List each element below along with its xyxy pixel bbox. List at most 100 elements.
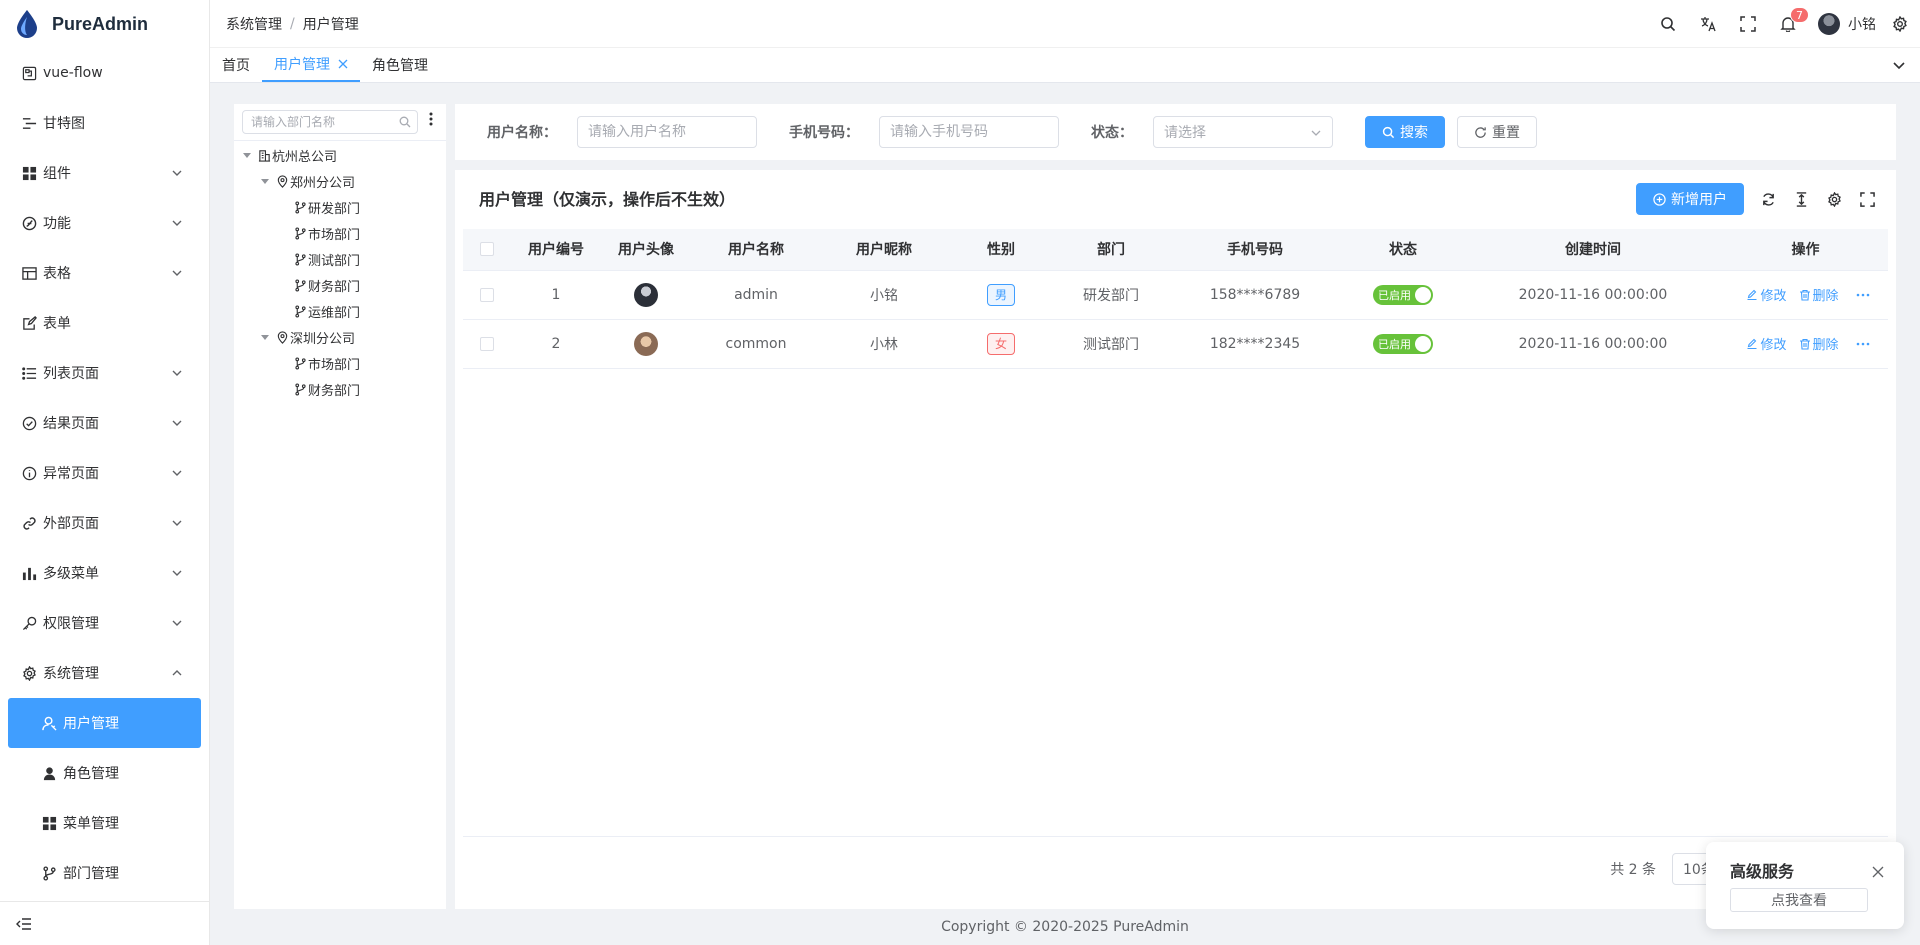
close-icon[interactable] xyxy=(1872,866,1884,878)
sidebar-item[interactable]: 列表页面 xyxy=(0,348,209,398)
sidebar-item[interactable]: 异常页面 xyxy=(0,448,209,498)
status-switch[interactable]: 已启用 xyxy=(1373,284,1433,305)
tree-node-label: 深圳分公司 xyxy=(290,331,356,347)
chevron-down-icon[interactable] xyxy=(1892,58,1906,72)
tree-node[interactable]: 深圳分公司 xyxy=(234,324,446,350)
search-button[interactable] xyxy=(1648,0,1688,48)
delete-button[interactable]: 删除 xyxy=(1799,334,1839,353)
status-switch[interactable]: 已启用 xyxy=(1373,333,1433,354)
caret-down-icon[interactable] xyxy=(260,176,270,186)
sidebar-subitem[interactable]: 菜单管理 xyxy=(0,798,209,848)
sidebar-item[interactable]: 系统管理 xyxy=(0,648,209,698)
logo[interactable]: PureAdmin xyxy=(0,0,209,48)
notification-button[interactable]: 7 xyxy=(1768,0,1809,48)
status-select[interactable]: 请选择 xyxy=(1153,116,1333,148)
cell-created: 2020-11-16 00:00:00 xyxy=(1463,270,1723,320)
tree-node[interactable]: 研发部门 xyxy=(234,194,446,220)
sidebar-item-label: 角色管理 xyxy=(63,766,119,782)
sidebar-item[interactable]: 功能 xyxy=(0,198,209,248)
edit-button[interactable]: 修改 xyxy=(1746,334,1787,353)
tree-node[interactable]: 财务部门 xyxy=(234,376,446,402)
username-input[interactable] xyxy=(588,124,746,140)
sidebar-item[interactable]: 外部页面 xyxy=(0,498,209,548)
tree-node[interactable]: 财务部门 xyxy=(234,272,446,298)
table-fullscreen-button[interactable] xyxy=(1851,183,1884,215)
close-icon[interactable] xyxy=(338,59,348,69)
settings-button[interactable] xyxy=(1886,0,1914,48)
refresh-table-button[interactable] xyxy=(1752,183,1785,215)
row-checkbox[interactable] xyxy=(480,336,494,351)
tab-role-management[interactable]: 角色管理 xyxy=(360,48,440,82)
reset-button[interactable]: 重置 xyxy=(1457,116,1537,148)
tree-node-label: 研发部门 xyxy=(308,201,361,217)
caret-down-icon[interactable] xyxy=(242,150,252,160)
fullscreen-button[interactable] xyxy=(1728,0,1768,48)
sidebar-item[interactable]: 表格 xyxy=(0,248,209,298)
tree-node[interactable]: 市场部门 xyxy=(234,350,446,376)
droplet-logo-icon xyxy=(14,9,40,39)
sidebar-item[interactable]: 表单 xyxy=(0,298,209,348)
tree-node[interactable]: 郑州分公司 xyxy=(234,168,446,194)
user-menu[interactable]: 小铭 xyxy=(1808,0,1886,48)
tab-home[interactable]: 首页 xyxy=(210,48,262,82)
sidebar-item-label: 外部页面 xyxy=(43,516,99,532)
tree-node[interactable]: 测试部门 xyxy=(234,246,446,272)
dept-tree: 杭州总公司 郑州分公司 研发部门 市场部门 测试部门 财务部门 运维部门 深圳分公司 市场部门财… xyxy=(234,142,446,402)
add-user-button[interactable]: 新增用户 xyxy=(1636,183,1744,215)
tree-node[interactable]: 市场部门 xyxy=(234,220,446,246)
translate-button[interactable] xyxy=(1688,0,1728,48)
service-title: 高级服务 xyxy=(1730,862,1795,881)
user-avatar[interactable] xyxy=(634,331,658,356)
chevron-down-icon xyxy=(171,567,183,579)
user-avatar xyxy=(1818,12,1840,35)
more-horizontal-icon[interactable] xyxy=(1855,336,1871,352)
tree-node-label: 市场部门 xyxy=(308,227,361,243)
service-view-button[interactable]: 点我查看 xyxy=(1730,888,1868,912)
row-checkbox[interactable] xyxy=(480,287,494,302)
sidebar-item[interactable]: 多级菜单 xyxy=(0,548,209,598)
table-header-row: 用户编号 用户头像 用户名称 用户昵称 性别 部门 手机号码 状态 创建时间 操… xyxy=(463,229,1888,271)
select-all-checkbox[interactable] xyxy=(480,242,494,257)
sidebar-item[interactable]: 组件 xyxy=(0,148,209,198)
chevron-down-icon xyxy=(171,367,183,379)
sidebar-item[interactable]: 权限管理 xyxy=(0,598,209,648)
table-row[interactable]: 1 admin 小铭 男 研发部门 158****6789 已启用 2020-11-16 00… xyxy=(463,270,1888,320)
tree-node[interactable]: 杭州总公司 xyxy=(234,142,446,168)
density-button[interactable] xyxy=(1785,183,1818,215)
branch-icon xyxy=(294,356,307,370)
column-header: 用户头像 xyxy=(601,229,691,271)
tree-node[interactable]: 运维部门 xyxy=(234,298,446,324)
caret-down-icon[interactable] xyxy=(260,332,270,342)
cell-dept: 测试部门 xyxy=(1055,319,1167,369)
sidebar-item-label: 列表页面 xyxy=(43,366,99,382)
user-avatar[interactable] xyxy=(634,282,658,307)
sidebar-item[interactable]: vue-flow xyxy=(0,48,209,98)
fullscreen-icon xyxy=(1860,191,1875,207)
column-settings-button[interactable] xyxy=(1818,183,1851,215)
more-vertical-icon[interactable] xyxy=(424,112,438,132)
edit-icon xyxy=(1746,338,1758,350)
chevron-down-icon xyxy=(171,617,183,629)
phone-input[interactable] xyxy=(890,124,1048,140)
search-button[interactable]: 搜索 xyxy=(1365,116,1445,148)
density-icon xyxy=(1794,191,1809,207)
edit-button[interactable]: 修改 xyxy=(1746,285,1787,304)
username-input-wrapper xyxy=(577,116,757,148)
more-horizontal-icon[interactable] xyxy=(1855,287,1871,303)
branch-icon xyxy=(294,226,307,240)
sidebar-subitem[interactable]: 部门管理 xyxy=(0,848,209,898)
sidebar-subitem[interactable]: 角色管理 xyxy=(0,748,209,798)
gender-tag: 男 xyxy=(986,283,1015,306)
breadcrumb-item-system[interactable]: 系统管理 xyxy=(226,14,282,34)
chevron-down-icon xyxy=(171,467,183,479)
total-count: 共 2 条 xyxy=(1610,862,1656,878)
dept-search-input[interactable] xyxy=(251,115,391,129)
delete-button[interactable]: 删除 xyxy=(1799,285,1839,304)
collapse-menu-icon[interactable] xyxy=(16,916,32,932)
footer: Copyright © 2020-2025 PureAdmin xyxy=(941,919,1189,935)
sidebar-item[interactable]: 甘特图 xyxy=(0,98,209,148)
sidebar-subitem[interactable]: 用户管理 xyxy=(8,698,201,748)
table-row[interactable]: 2 common 小林 女 测试部门 182****2345 已启用 2020-11-16 0… xyxy=(463,319,1888,369)
tab-user-management[interactable]: 用户管理 xyxy=(262,48,360,82)
sidebar-item[interactable]: 结果页面 xyxy=(0,398,209,448)
